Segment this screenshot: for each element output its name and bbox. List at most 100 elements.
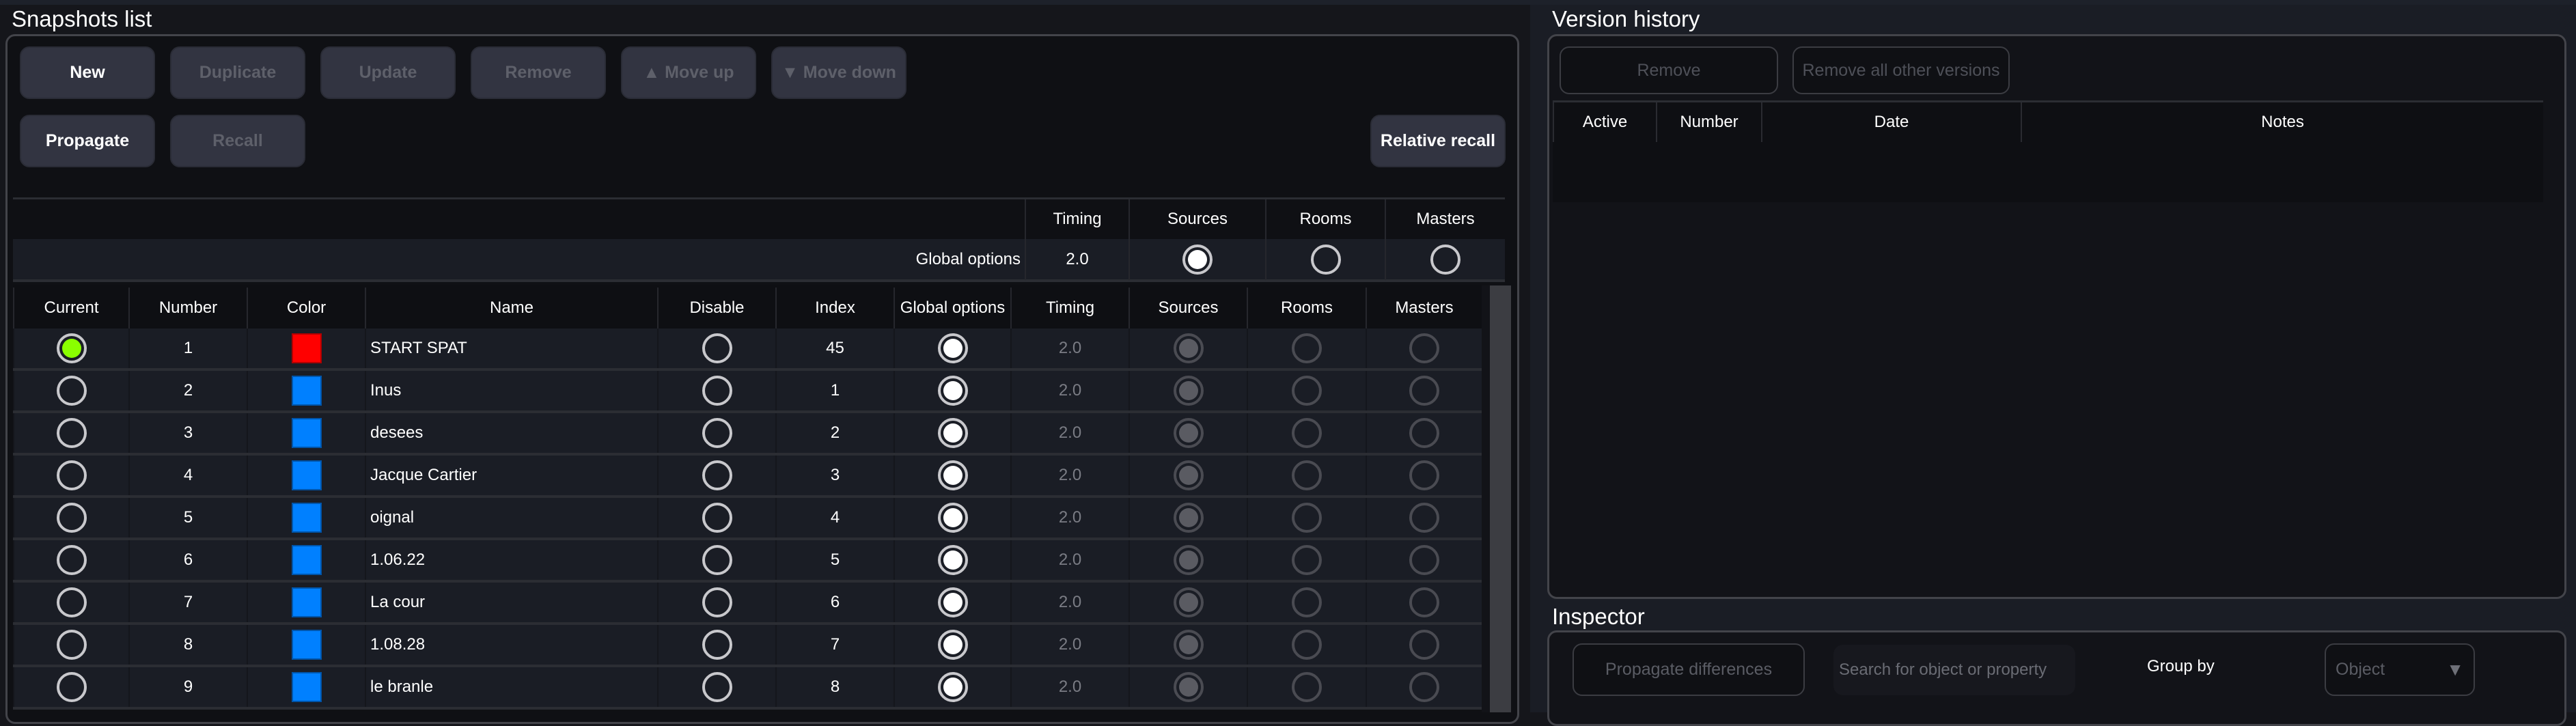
disable-radio[interactable] — [702, 587, 732, 617]
global-rooms-radio[interactable] — [1310, 245, 1341, 275]
snapshot-name[interactable]: desees — [365, 413, 657, 453]
inspector-search-input[interactable]: Search for object or property — [1833, 645, 2075, 695]
masters-radio[interactable] — [1409, 460, 1439, 490]
rooms-radio[interactable] — [1292, 333, 1322, 363]
column-header-timing[interactable]: Timing — [1010, 288, 1128, 329]
sources-radio[interactable] — [1173, 418, 1204, 448]
snapshot-name[interactable]: 1.06.22 — [365, 540, 657, 580]
new-button[interactable]: New — [20, 46, 155, 99]
sources-radio[interactable] — [1173, 587, 1204, 617]
color-swatch[interactable] — [291, 587, 322, 617]
disable-radio[interactable] — [702, 376, 732, 406]
global-masters-radio[interactable] — [1430, 245, 1460, 275]
masters-radio[interactable] — [1409, 587, 1439, 617]
column-header-color[interactable]: Color — [247, 288, 365, 329]
color-swatch[interactable] — [291, 545, 322, 575]
disable-radio[interactable] — [702, 545, 732, 575]
rooms-radio[interactable] — [1292, 587, 1322, 617]
sources-radio[interactable] — [1173, 503, 1204, 533]
group-by-dropdown[interactable]: Object ▼ — [2325, 643, 2475, 696]
column-header-disable[interactable]: Disable — [657, 288, 775, 329]
rooms-radio[interactable] — [1292, 418, 1322, 448]
rooms-radio[interactable] — [1292, 503, 1322, 533]
masters-radio[interactable] — [1409, 545, 1439, 575]
current-radio[interactable] — [56, 418, 87, 448]
remove-button[interactable]: Remove — [471, 46, 606, 99]
masters-radio[interactable] — [1409, 333, 1439, 363]
move-down-button[interactable]: ▼ Move down — [771, 46, 906, 99]
masters-radio[interactable] — [1409, 376, 1439, 406]
current-radio[interactable] — [56, 545, 87, 575]
masters-radio[interactable] — [1409, 418, 1439, 448]
column-header-masters[interactable]: Masters — [1366, 288, 1482, 329]
snapshot-name[interactable]: Jacque Cartier — [365, 456, 657, 495]
sources-radio[interactable] — [1173, 333, 1204, 363]
column-header-current[interactable]: Current — [13, 288, 128, 329]
current-radio[interactable] — [56, 503, 87, 533]
disable-radio[interactable] — [702, 333, 732, 363]
global-options-radio[interactable] — [937, 460, 968, 490]
current-radio[interactable] — [56, 460, 87, 490]
sources-radio[interactable] — [1173, 672, 1204, 702]
remove-all-other-versions-button[interactable]: Remove all other versions — [1792, 46, 2010, 94]
version-remove-button[interactable]: Remove — [1560, 46, 1778, 94]
sources-radio[interactable] — [1173, 376, 1204, 406]
masters-radio[interactable] — [1409, 672, 1439, 702]
current-radio[interactable] — [56, 587, 87, 617]
rooms-radio[interactable] — [1292, 376, 1322, 406]
color-swatch[interactable] — [291, 630, 322, 660]
column-header-number[interactable]: Number — [128, 288, 247, 329]
rooms-radio[interactable] — [1292, 672, 1322, 702]
snapshot-name[interactable]: START SPAT — [365, 329, 657, 368]
propagate-button[interactable]: Propagate — [20, 115, 155, 167]
color-swatch[interactable] — [291, 333, 322, 363]
column-header-sources[interactable]: Sources — [1128, 288, 1247, 329]
global-options-radio[interactable] — [937, 630, 968, 660]
masters-radio[interactable] — [1409, 630, 1439, 660]
color-swatch[interactable] — [291, 460, 322, 490]
table-scrollbar[interactable] — [1490, 285, 1511, 712]
current-radio[interactable] — [56, 672, 87, 702]
snapshot-name[interactable]: La cour — [365, 583, 657, 622]
column-header-global-options[interactable]: Global options — [894, 288, 1010, 329]
recall-button[interactable]: Recall — [170, 115, 305, 167]
rooms-radio[interactable] — [1292, 630, 1322, 660]
color-swatch[interactable] — [291, 376, 322, 406]
rooms-radio[interactable] — [1292, 460, 1322, 490]
color-swatch[interactable] — [291, 503, 322, 533]
column-header-index[interactable]: Index — [775, 288, 894, 329]
snapshot-name[interactable]: 1.08.28 — [365, 625, 657, 665]
current-radio[interactable] — [56, 376, 87, 406]
global-options-radio[interactable] — [937, 587, 968, 617]
global-options-radio[interactable] — [937, 503, 968, 533]
global-timing-value[interactable]: 2.0 — [1025, 239, 1128, 280]
snapshot-name[interactable]: le branle — [365, 667, 657, 707]
color-swatch[interactable] — [291, 672, 322, 702]
current-radio[interactable] — [56, 333, 87, 363]
disable-radio[interactable] — [702, 672, 732, 702]
global-options-radio[interactable] — [937, 333, 968, 363]
current-radio[interactable] — [56, 630, 87, 660]
sources-radio[interactable] — [1173, 460, 1204, 490]
rooms-radio[interactable] — [1292, 545, 1322, 575]
global-options-radio[interactable] — [937, 545, 968, 575]
column-header-rooms[interactable]: Rooms — [1247, 288, 1366, 329]
propagate-differences-button[interactable]: Propagate differences — [1573, 643, 1805, 696]
disable-radio[interactable] — [702, 630, 732, 660]
global-sources-radio[interactable] — [1182, 245, 1213, 275]
color-swatch[interactable] — [291, 418, 322, 448]
disable-radio[interactable] — [702, 418, 732, 448]
global-options-radio[interactable] — [937, 376, 968, 406]
snapshot-name[interactable]: oignal — [365, 498, 657, 537]
global-options-radio[interactable] — [937, 418, 968, 448]
disable-radio[interactable] — [702, 503, 732, 533]
masters-radio[interactable] — [1409, 503, 1439, 533]
update-button[interactable]: Update — [320, 46, 456, 99]
column-header-name[interactable]: Name — [365, 288, 657, 329]
relative-recall-button[interactable]: Relative recall — [1370, 115, 1506, 167]
sources-radio[interactable] — [1173, 630, 1204, 660]
move-up-button[interactable]: ▲ Move up — [621, 46, 756, 99]
disable-radio[interactable] — [702, 460, 732, 490]
sources-radio[interactable] — [1173, 545, 1204, 575]
snapshot-name[interactable]: Inus — [365, 371, 657, 410]
